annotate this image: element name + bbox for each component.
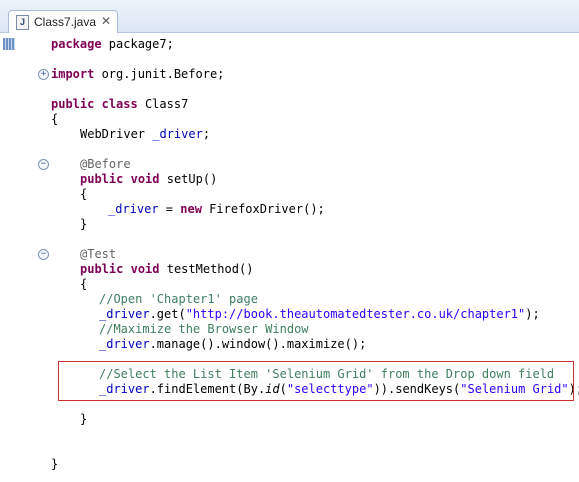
code-line: WebDriver _driver; (80, 127, 211, 141)
code-line: //Open 'Chapter1' page (99, 292, 258, 306)
collapse-fold-icon[interactable]: − (38, 159, 49, 170)
code-line: } (80, 412, 88, 426)
code-line: } (80, 217, 88, 231)
code-line: _driver.manage().window().maximize(); (99, 337, 367, 351)
highlight-box (58, 361, 574, 401)
code-line: _driver.get("http://book.theautomatedtes… (99, 307, 540, 321)
java-file-icon: J (16, 15, 29, 30)
code-line: { (51, 112, 59, 126)
code-line: public class Class7 (51, 97, 189, 111)
tab-class7-java[interactable]: J Class7.java ✕ (8, 10, 118, 33)
code-line: package package7; (51, 37, 174, 51)
code-editor[interactable]: package package7; import org.junit.Befor… (51, 34, 579, 471)
code-line: public void testMethod() (80, 262, 254, 276)
code-line: public void setUp() (80, 172, 218, 186)
code-line: { (80, 277, 88, 291)
code-line: import org.junit.Before; (51, 67, 225, 81)
code-line: @Before (80, 157, 131, 171)
editor-ruler (0, 33, 18, 482)
code-line: { (80, 187, 88, 201)
code-line: _driver = new FirefoxDriver(); (108, 202, 325, 216)
collapse-fold-icon[interactable]: − (38, 249, 49, 260)
code-line: } (51, 457, 59, 471)
editor-tab-bar: J Class7.java ✕ (0, 0, 579, 33)
close-icon[interactable]: ✕ (101, 14, 111, 28)
code-line: @Test (80, 247, 117, 261)
quick-diff-marker-icon (3, 38, 15, 50)
code-line: //Maximize the Browser Window (99, 322, 309, 336)
expand-fold-icon[interactable]: + (38, 69, 49, 80)
tab-title: Class7.java (34, 15, 97, 29)
